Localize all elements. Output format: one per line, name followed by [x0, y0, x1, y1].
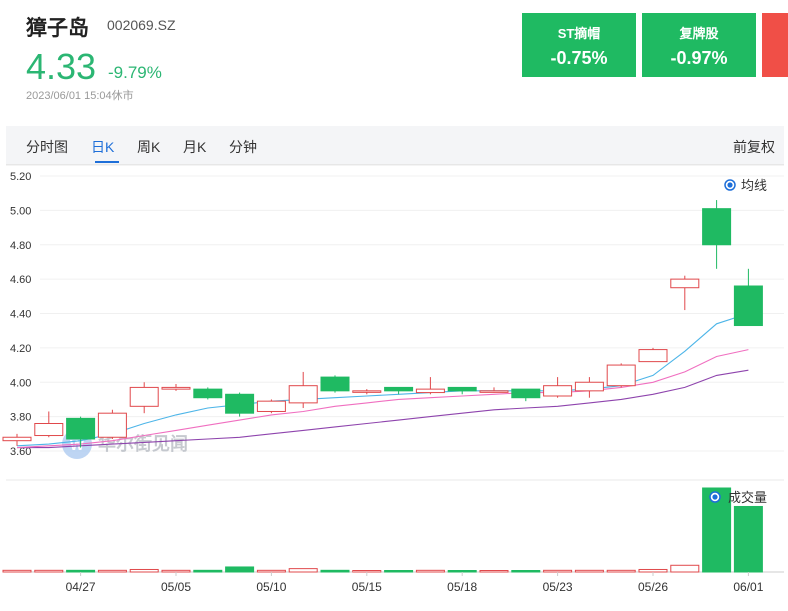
volume-bar — [161, 569, 191, 573]
candle-body — [193, 388, 223, 399]
candle-body — [320, 376, 350, 392]
volume-bar — [638, 568, 668, 573]
x-tick-label: 05/18 — [447, 580, 477, 594]
x-tick-label: 05/23 — [543, 580, 573, 594]
candle — [97, 409, 127, 439]
candle — [256, 399, 286, 414]
x-tick-label: 05/05 — [161, 580, 191, 594]
volume-bar — [511, 570, 541, 573]
candle — [288, 371, 318, 409]
volume-legend-label: 成交量 — [728, 490, 767, 505]
x-tick-label: 04/27 — [66, 580, 96, 594]
candle — [511, 388, 541, 402]
x-tick-label: 05/26 — [638, 580, 668, 594]
candle — [543, 377, 573, 398]
candle-body — [352, 390, 382, 393]
ma-legend-label: 均线 — [741, 178, 767, 193]
y-tick-label: 4.40 — [10, 309, 31, 321]
candle — [479, 387, 509, 393]
volume-bar — [606, 569, 636, 573]
volume-bar — [288, 568, 318, 573]
volume-bar — [256, 569, 286, 573]
volume-bar — [193, 569, 223, 573]
candle-body — [225, 393, 255, 414]
volume-bar — [320, 569, 350, 573]
y-tick-label: 4.00 — [10, 377, 31, 389]
candle — [161, 383, 191, 391]
volume-bar — [34, 569, 64, 573]
y-tick-label: 4.20 — [10, 343, 31, 355]
volume-bar — [415, 569, 445, 573]
volume-legend-dot — [712, 494, 718, 500]
candle-body — [447, 386, 477, 392]
candle-body — [638, 349, 668, 363]
candle-body — [415, 388, 445, 394]
candle-body — [2, 436, 32, 442]
volume-bar — [733, 505, 763, 573]
volume-bar — [225, 566, 255, 573]
candle-body — [574, 381, 604, 392]
candle-body — [97, 412, 127, 438]
volume-bar — [574, 569, 604, 573]
x-tick-label: 05/10 — [256, 580, 286, 594]
y-tick-label: 5.20 — [10, 171, 31, 183]
y-tick-label: 4.60 — [10, 274, 31, 286]
candle-body — [543, 385, 573, 397]
candle — [2, 433, 32, 446]
candle-body — [733, 285, 763, 327]
volume-bar — [543, 569, 573, 573]
volume-bar — [352, 570, 382, 573]
volume-bar — [97, 569, 127, 573]
candle — [34, 411, 64, 438]
y-tick-label: 3.80 — [10, 412, 31, 424]
candle — [352, 389, 382, 395]
candle-body — [256, 400, 286, 412]
candle — [193, 387, 223, 400]
candle — [606, 363, 636, 388]
ma-legend[interactable]: 均线 — [724, 178, 767, 193]
candle — [225, 392, 255, 417]
candle — [733, 268, 763, 327]
volume-bar — [66, 569, 96, 573]
y-tick-label: 5.00 — [10, 205, 31, 217]
candle-body — [288, 385, 318, 404]
kline-chart[interactable]: 5.205.004.804.604.404.204.003.803.60 W 华… — [0, 0, 788, 611]
volume-bar — [670, 564, 700, 573]
volume-bar — [384, 570, 414, 573]
volume-bar — [129, 568, 159, 573]
candle-body — [606, 364, 636, 387]
candle-body — [670, 278, 700, 289]
ma-legend-dot — [727, 182, 733, 188]
candle-body — [161, 386, 191, 390]
volume-bar — [479, 570, 509, 573]
candle — [415, 377, 445, 395]
candle-body — [479, 390, 509, 393]
candle — [638, 347, 668, 363]
y-tick-label: 4.80 — [10, 240, 31, 252]
candle — [447, 386, 477, 395]
candle — [670, 275, 700, 311]
candle-body — [702, 208, 732, 246]
volume-bar — [2, 569, 32, 573]
volume-bar — [447, 570, 477, 573]
candle-body — [129, 386, 159, 407]
candle-body — [34, 423, 64, 437]
candle-body — [66, 417, 96, 440]
x-tick-label: 05/15 — [352, 580, 382, 594]
candle — [702, 200, 732, 269]
candle — [129, 382, 159, 414]
candle — [574, 377, 604, 398]
candle — [320, 375, 350, 393]
candle-body — [384, 386, 414, 392]
candle-body — [511, 388, 541, 399]
x-tick-label: 06/01 — [733, 580, 763, 594]
